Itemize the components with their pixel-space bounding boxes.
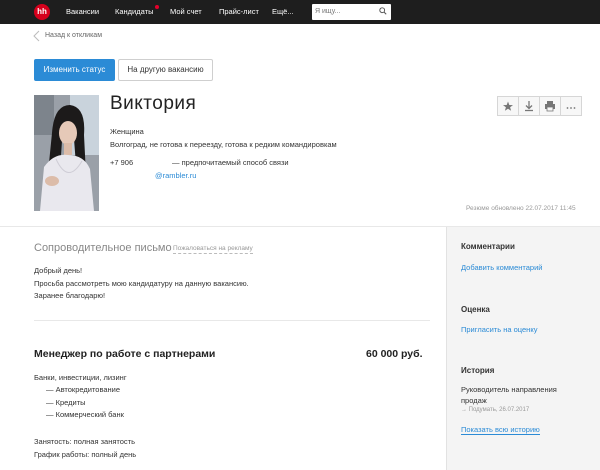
star-icon <box>503 101 513 111</box>
show-all-history-link[interactable]: Показать всю историю <box>461 425 540 435</box>
favorite-button[interactable] <box>497 96 519 116</box>
nav-vacancies[interactable]: Вакансии <box>66 0 99 24</box>
back-link-label[interactable]: Назад к откликам <box>45 30 102 42</box>
candidate-email[interactable]: @rambler.ru <box>155 171 196 180</box>
candidate-phone[interactable]: +7 906 <box>110 158 133 167</box>
hh-logo[interactable]: hh <box>34 4 50 20</box>
nav-candidates[interactable]: Кандидаты <box>115 0 153 24</box>
employment-type: Занятость: полная занятость <box>34 437 136 446</box>
candidate-name: Виктория <box>110 93 197 114</box>
nav-price-list[interactable]: Прайс-лист <box>219 0 259 24</box>
specialization-item: — Кредиты <box>46 398 86 407</box>
specialization-item: — Автокредитование <box>46 385 121 394</box>
chevron-left-icon <box>33 30 40 42</box>
download-button[interactable] <box>518 96 540 116</box>
notification-dot <box>155 5 159 9</box>
nav-more[interactable]: Ещё... <box>272 0 294 24</box>
history-entry-cont: продаж <box>461 396 487 405</box>
industry: Банки, инвестиции, лизинг <box>34 373 127 382</box>
report-ad-link[interactable]: Пожаловаться на рекламу <box>173 245 253 254</box>
more-dots-icon <box>566 107 576 109</box>
desired-position-title: Менеджер по работе с партнерами <box>34 348 216 360</box>
work-schedule: График работы: полный день <box>34 450 137 459</box>
search-input[interactable] <box>315 5 375 18</box>
print-button[interactable] <box>539 96 561 116</box>
candidate-gender: Женщина <box>110 127 144 136</box>
search-icon[interactable] <box>379 7 387 15</box>
comments-heading: Комментарии <box>461 242 515 251</box>
change-status-button[interactable]: Изменить статус <box>34 59 115 81</box>
printer-icon <box>545 101 555 112</box>
nav-my-account[interactable]: Мой счет <box>170 0 202 24</box>
content-divider <box>34 320 430 321</box>
desired-salary: 60 000 руб. <box>366 348 423 360</box>
cover-letter-title: Сопроводительное письмо <box>34 242 172 254</box>
specialization-item: — Коммерческий банк <box>46 410 124 419</box>
candidate-location: Волгоград, не готова к переезду, готова … <box>110 140 337 149</box>
rating-heading: Оценка <box>461 305 490 314</box>
history-meta: → Подумать, 26.07.2017 <box>461 407 530 413</box>
history-heading: История <box>461 366 495 375</box>
add-comment-link[interactable]: Добавить комментарий <box>461 263 542 272</box>
invite-to-rating-link[interactable]: Пригласить на оценку <box>461 325 537 334</box>
more-actions-button[interactable] <box>560 96 582 116</box>
history-entry: Руководитель направления <box>461 385 557 394</box>
resume-updated-date: Резюме обновлено 22.07.2017 11:45 <box>466 205 576 212</box>
cover-letter-line: Заранее благодарю! <box>34 291 106 300</box>
download-icon <box>525 101 533 112</box>
cover-letter-line: Просьба рассмотреть мою кандидатуру на д… <box>34 279 249 288</box>
search-box[interactable] <box>312 4 391 20</box>
other-vacancy-button[interactable]: На другую вакансию <box>118 59 213 81</box>
top-navigation: hh Вакансии Кандидаты Мой счет Прайс-лис… <box>0 0 600 24</box>
phone-note: — предпочитаемый способ связи <box>172 158 289 167</box>
cover-letter-line: Добрый день! <box>34 266 83 275</box>
candidate-photo <box>34 95 99 211</box>
